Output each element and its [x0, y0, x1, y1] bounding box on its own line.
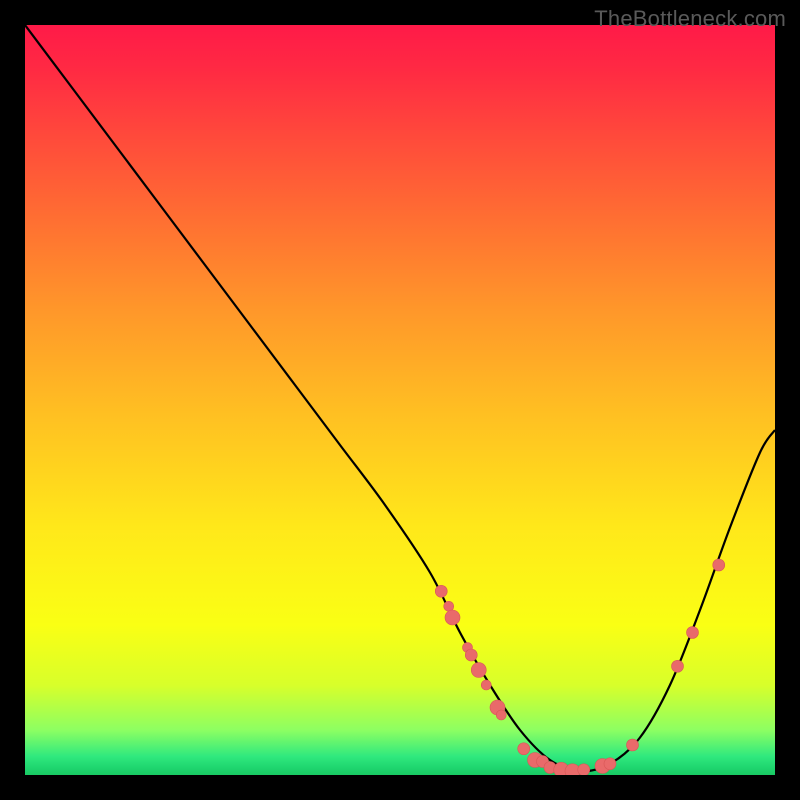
bottleneck-curve: [25, 25, 775, 771]
watermark-text: TheBottleneck.com: [594, 6, 786, 32]
data-marker: [713, 559, 725, 571]
data-marker: [435, 585, 447, 597]
data-markers: [435, 559, 725, 775]
chart-svg: [25, 25, 775, 775]
data-marker: [604, 758, 616, 770]
data-marker: [672, 660, 684, 672]
data-marker: [445, 610, 460, 625]
data-marker: [496, 710, 506, 720]
data-marker: [465, 649, 477, 661]
data-marker: [627, 739, 639, 751]
data-marker: [687, 627, 699, 639]
data-marker: [578, 764, 590, 775]
data-marker: [471, 663, 486, 678]
plot-area: [25, 25, 775, 775]
data-marker: [518, 743, 530, 755]
data-marker: [481, 680, 491, 690]
